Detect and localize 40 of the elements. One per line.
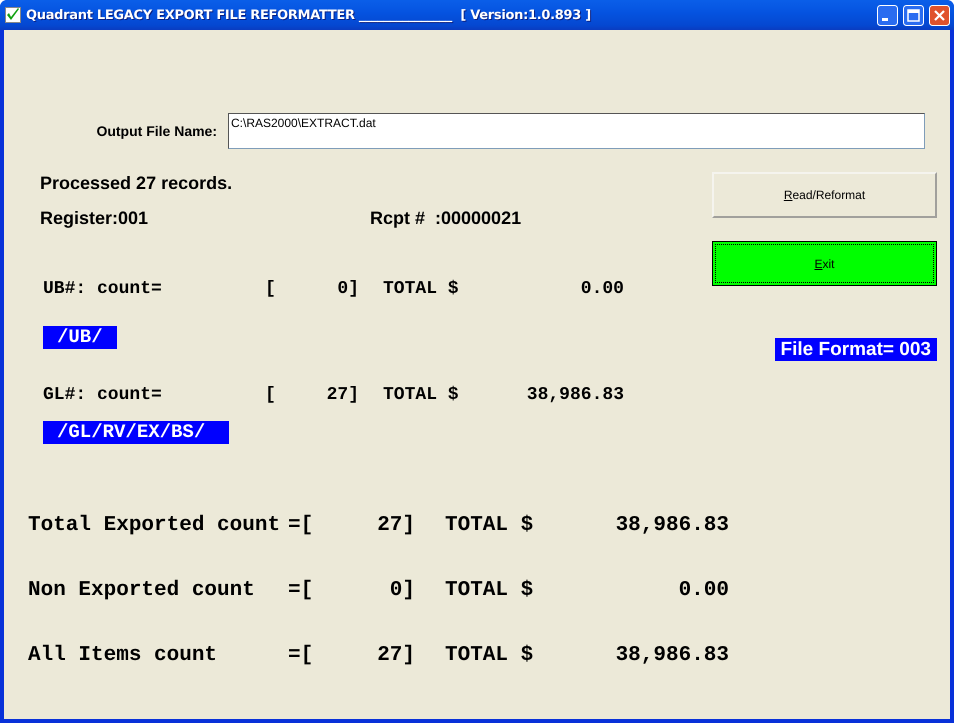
close-button[interactable] — [929, 4, 950, 26]
total-value: 0.00 — [580, 279, 624, 299]
total-value: 38,986.83 — [526, 385, 624, 405]
minimize-button[interactable] — [877, 4, 898, 26]
count-label: UB#: count= — [43, 279, 162, 299]
receipt-text: Rcpt # :00000021 — [370, 207, 522, 229]
bracket-text: [ — [265, 385, 276, 405]
output-file-field[interactable]: C:\RAS2000\EXTRACT.dat — [228, 113, 925, 149]
status-text: Processed 27 records. — [40, 172, 234, 194]
total-label: TOTAL $ — [445, 644, 534, 668]
bracket-text: [ — [265, 279, 276, 299]
bracket-text: =[ — [288, 644, 314, 668]
count-value: 0] — [390, 579, 415, 603]
count-label: Non Exported count — [28, 579, 255, 603]
count-label: All Items count — [28, 644, 218, 668]
count-label: Total Exported count — [28, 514, 280, 538]
count-value: 27] — [377, 514, 415, 538]
exit-button[interactable]: Exit — [712, 241, 937, 286]
total-label: TOTAL $ — [383, 279, 459, 299]
register-text: Register:001 — [40, 207, 150, 229]
total-value: 38,986.83 — [616, 644, 729, 668]
maximize-button[interactable] — [903, 4, 924, 26]
total-value: 38,986.83 — [616, 514, 729, 538]
count-value: 27] — [326, 385, 359, 405]
total-label: TOTAL $ — [445, 579, 534, 603]
prefix-tag: /UB/ — [43, 326, 117, 349]
checkmark-icon — [5, 7, 21, 23]
count-value: 27] — [377, 644, 415, 668]
total-value: 0.00 — [678, 579, 729, 603]
read-reformat-button[interactable]: Read/Reformat — [712, 172, 937, 218]
prefix-tag: /GL/RV/EX/BS/ — [43, 421, 230, 444]
bracket-text: =[ — [288, 514, 314, 538]
field-label: Output File Name: — [95, 123, 217, 139]
window-title: Quadrant LEGACY EXPORT FILE REFORMATTER _______________ [ Version:1.0.893 ] — [26, 8, 592, 22]
total-label: TOTAL $ — [383, 385, 459, 405]
count-value: 0] — [337, 279, 359, 299]
total-label: TOTAL $ — [445, 514, 534, 538]
file-format-label: File Format= 003 — [774, 338, 937, 361]
count-label: GL#: count= — [43, 385, 162, 405]
bracket-text: =[ — [288, 579, 314, 603]
